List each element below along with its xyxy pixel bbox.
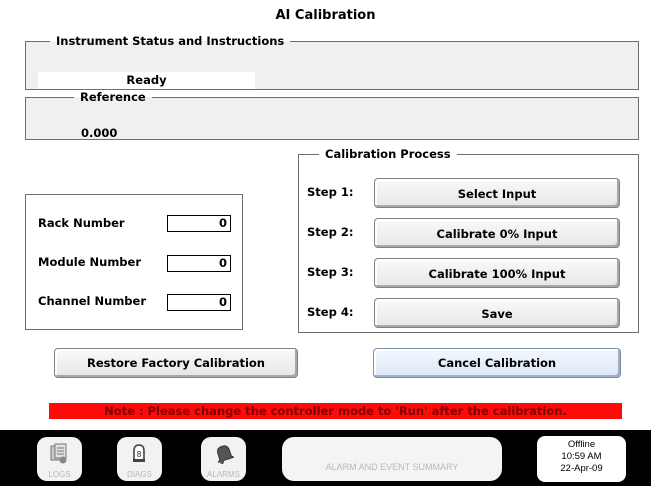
alarm-event-summary-button[interactable]: ALARM AND EVENT SUMMARY: [282, 437, 502, 481]
step-2-label: Step 2:: [307, 225, 354, 239]
diags-label: DIAGS: [127, 470, 152, 479]
alarms-button[interactable]: ALARMS: [201, 437, 246, 481]
save-button[interactable]: Save: [374, 298, 620, 328]
step-4-label: Step 4:: [307, 305, 354, 319]
cancel-calibration-button[interactable]: Cancel Calibration: [373, 348, 621, 378]
select-input-button[interactable]: Select Input: [374, 178, 620, 208]
logs-button[interactable]: LOGS: [37, 437, 82, 481]
step-1-label: Step 1:: [307, 185, 354, 199]
module-number-label: Module Number: [38, 255, 142, 269]
reference-panel: Reference 0.000: [25, 90, 639, 140]
current-time: 10:59 AM: [561, 451, 602, 462]
calibration-process-panel: Calibration Process Step 1: Select Input…: [298, 147, 639, 333]
step-3-label: Step 3:: [307, 265, 354, 279]
calibrate-100-input-button[interactable]: Calibrate 100% Input: [374, 258, 620, 288]
controller-mode-status: Offline: [567, 439, 596, 450]
module-number-input[interactable]: 0: [167, 255, 231, 272]
logs-label: LOGS: [48, 470, 71, 479]
reference-legend: Reference: [80, 90, 146, 104]
calibrate-0-input-button[interactable]: Calibrate 0% Input: [374, 218, 620, 248]
instrument-status-panel: Instrument Status and Instructions Ready: [25, 34, 639, 90]
channel-number-label: Channel Number: [38, 294, 147, 308]
mode-change-note: Note : Please change the controller mode…: [49, 403, 622, 419]
window-title: AI Calibration: [275, 8, 376, 23]
status-value: Ready: [38, 72, 255, 89]
calibration-process-legend: Calibration Process: [325, 147, 451, 161]
rack-number-input[interactable]: 0: [167, 215, 231, 232]
alarms-label: ALARMS: [207, 470, 240, 479]
channel-number-input[interactable]: 0: [167, 294, 231, 311]
restore-factory-calibration-button[interactable]: Restore Factory Calibration: [54, 348, 298, 378]
logs-icon: [50, 443, 67, 464]
current-date: 22-Apr-09: [560, 463, 603, 474]
svg-text:8: 8: [136, 450, 141, 459]
alarms-icon: [217, 445, 234, 464]
diags-button[interactable]: 8 DIAGS: [117, 437, 162, 481]
rack-number-label: Rack Number: [38, 216, 125, 230]
reference-value: 0.000: [81, 126, 118, 140]
status-clock-panel: Offline 10:59 AM 22-Apr-09: [537, 436, 626, 482]
rack-module-channel-panel: Rack Number 0 Module Number 0 Channel Nu…: [25, 194, 243, 330]
bottom-navigation-bar: LOGS 8 DIAGS ALARMS ALARM AND EVENT SUMM…: [0, 430, 651, 486]
instrument-status-legend: Instrument Status and Instructions: [56, 34, 285, 48]
diags-icon: 8: [133, 444, 145, 462]
